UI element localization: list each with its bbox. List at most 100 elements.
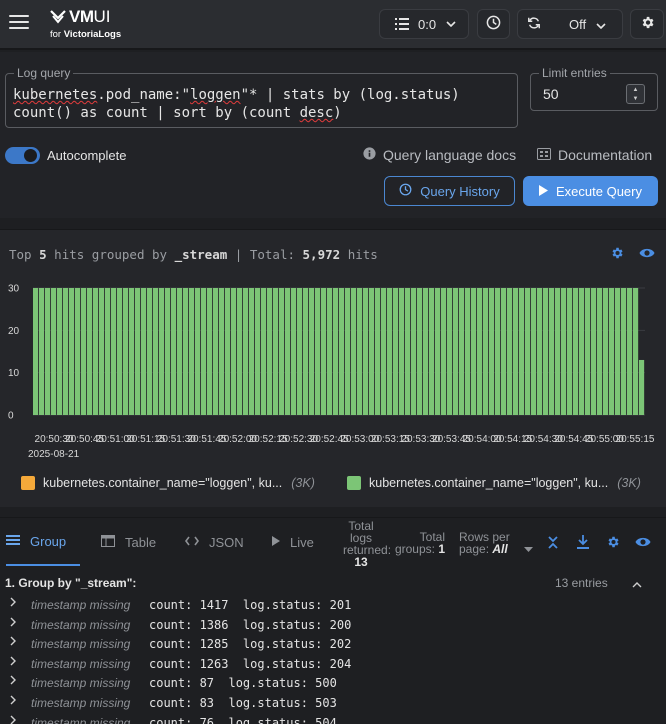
chart-bar[interactable] xyxy=(399,288,405,415)
chart-bar[interactable] xyxy=(273,288,279,415)
chart-bar[interactable] xyxy=(207,288,213,415)
chart-bar[interactable] xyxy=(195,288,201,415)
chevron-right-icon[interactable] xyxy=(10,615,16,635)
chart-bar[interactable] xyxy=(165,288,171,415)
chart-bar[interactable] xyxy=(513,288,519,415)
legend-item-2[interactable]: kubernetes.container_name="loggen", ku..… xyxy=(347,476,641,490)
chart-bar[interactable] xyxy=(117,288,123,415)
chevron-right-icon[interactable] xyxy=(10,595,16,615)
chart-bar[interactable] xyxy=(57,288,63,415)
chart-bar[interactable] xyxy=(369,288,375,415)
chart-bar[interactable] xyxy=(33,288,39,415)
chart-bar[interactable] xyxy=(423,288,429,415)
chart-bar[interactable] xyxy=(639,359,645,415)
chart-bar[interactable] xyxy=(351,288,357,415)
chart-bar[interactable] xyxy=(477,288,483,415)
chart-bar[interactable] xyxy=(453,288,459,415)
chart-bar[interactable] xyxy=(159,288,165,415)
documentation-link[interactable]: Documentation xyxy=(537,147,652,163)
chart-bar[interactable] xyxy=(93,288,99,415)
chart-bar[interactable] xyxy=(471,288,477,415)
chart-bar[interactable] xyxy=(237,288,243,415)
chart-bar[interactable] xyxy=(483,288,489,415)
autocomplete-toggle[interactable] xyxy=(5,147,40,164)
chart-bar[interactable] xyxy=(615,288,621,415)
chart-bar[interactable] xyxy=(249,288,255,415)
chart-bar[interactable] xyxy=(279,288,285,415)
chart-bar[interactable] xyxy=(183,288,189,415)
chart-bar[interactable] xyxy=(225,288,231,415)
chart-bar[interactable] xyxy=(363,288,369,415)
legend-item-1[interactable]: kubernetes.container_name="loggen", ku..… xyxy=(21,476,315,490)
chart-bar[interactable] xyxy=(621,288,627,415)
chart-bar[interactable] xyxy=(579,288,585,415)
chart-bar[interactable] xyxy=(561,288,567,415)
increment-icon[interactable]: ▲ xyxy=(627,85,644,94)
chart-bar[interactable] xyxy=(135,288,141,415)
chart-bar[interactable] xyxy=(609,288,615,415)
logo[interactable]: VM UI for VictoriaLogs xyxy=(50,7,130,42)
chart-bar[interactable] xyxy=(69,288,75,415)
chart-bar[interactable] xyxy=(297,288,303,415)
chart-bar[interactable] xyxy=(405,288,411,415)
chart-bar[interactable] xyxy=(243,288,249,415)
chevron-right-icon[interactable] xyxy=(10,634,16,654)
chart-bar[interactable] xyxy=(45,288,51,415)
log-row[interactable]: timestamp missing count: 76 log.status: 5… xyxy=(0,713,666,724)
menu-icon[interactable] xyxy=(9,15,29,31)
chart-bar[interactable] xyxy=(333,288,339,415)
chevron-right-icon[interactable] xyxy=(10,713,16,724)
chart-bar[interactable] xyxy=(465,288,471,415)
limit-entries-input[interactable]: 50 xyxy=(543,86,559,102)
chart-bar[interactable] xyxy=(567,288,573,415)
chevron-right-icon[interactable] xyxy=(10,673,16,693)
chart-bar[interactable] xyxy=(543,288,549,415)
chart-bar[interactable] xyxy=(147,288,153,415)
chart-bar[interactable] xyxy=(87,288,93,415)
chart-bar[interactable] xyxy=(573,288,579,415)
chart-bar[interactable] xyxy=(75,288,81,415)
chart-bar[interactable] xyxy=(153,288,159,415)
chart-bar[interactable] xyxy=(597,288,603,415)
chart-bar[interactable] xyxy=(303,288,309,415)
chart-bar[interactable] xyxy=(519,288,525,415)
chart-bar[interactable] xyxy=(39,288,45,415)
chart-bar[interactable] xyxy=(51,288,57,415)
chart-bar[interactable] xyxy=(309,288,315,415)
chart-bar[interactable] xyxy=(393,288,399,415)
group-header[interactable]: 1. Group by "_stream": 13 entries xyxy=(0,570,666,594)
log-row[interactable]: timestamp missing count: 1417 log.status:… xyxy=(0,595,666,615)
log-query-input[interactable]: kubernetes.pod_name:"loggen"* | stats by… xyxy=(13,86,503,122)
query-docs-link[interactable]: Query language docs xyxy=(363,147,516,163)
chart-bar[interactable] xyxy=(441,288,447,415)
chart-bar[interactable] xyxy=(261,288,267,415)
chart-bar[interactable] xyxy=(537,288,543,415)
log-row[interactable]: timestamp missing count: 1285 log.status:… xyxy=(0,634,666,654)
chart-bar[interactable] xyxy=(411,288,417,415)
chart-bar[interactable] xyxy=(555,288,561,415)
chart-bar[interactable] xyxy=(81,288,87,415)
chart-bar[interactable] xyxy=(525,288,531,415)
tab-json[interactable]: JSON xyxy=(185,518,244,566)
query-history-button[interactable]: Query History xyxy=(384,176,515,206)
chart-bar[interactable] xyxy=(267,288,273,415)
tab-table[interactable]: Table xyxy=(101,518,156,566)
chart-bar[interactable] xyxy=(531,288,537,415)
chart-bar[interactable] xyxy=(219,288,225,415)
chart-visibility-eye-icon[interactable] xyxy=(639,247,655,262)
chart-bar[interactable] xyxy=(381,288,387,415)
auto-refresh-select[interactable]: Off xyxy=(517,9,623,39)
log-row[interactable]: timestamp missing count: 87 log.status: 5… xyxy=(0,673,666,693)
chart-bar[interactable] xyxy=(291,288,297,415)
chart-bar[interactable] xyxy=(417,288,423,415)
chart-bar[interactable] xyxy=(507,288,513,415)
log-row[interactable]: timestamp missing count: 1263 log.status:… xyxy=(0,654,666,674)
chart-bar[interactable] xyxy=(633,288,639,415)
chart-settings-icon[interactable] xyxy=(610,246,624,263)
rows-per-page-select[interactable]: Rows per page: All xyxy=(459,531,519,555)
chart-bar[interactable] xyxy=(141,288,147,415)
chart-bar[interactable] xyxy=(435,288,441,415)
tab-group[interactable]: Group xyxy=(6,518,80,566)
chart-bar[interactable] xyxy=(213,288,219,415)
chart-bar[interactable] xyxy=(63,288,69,415)
